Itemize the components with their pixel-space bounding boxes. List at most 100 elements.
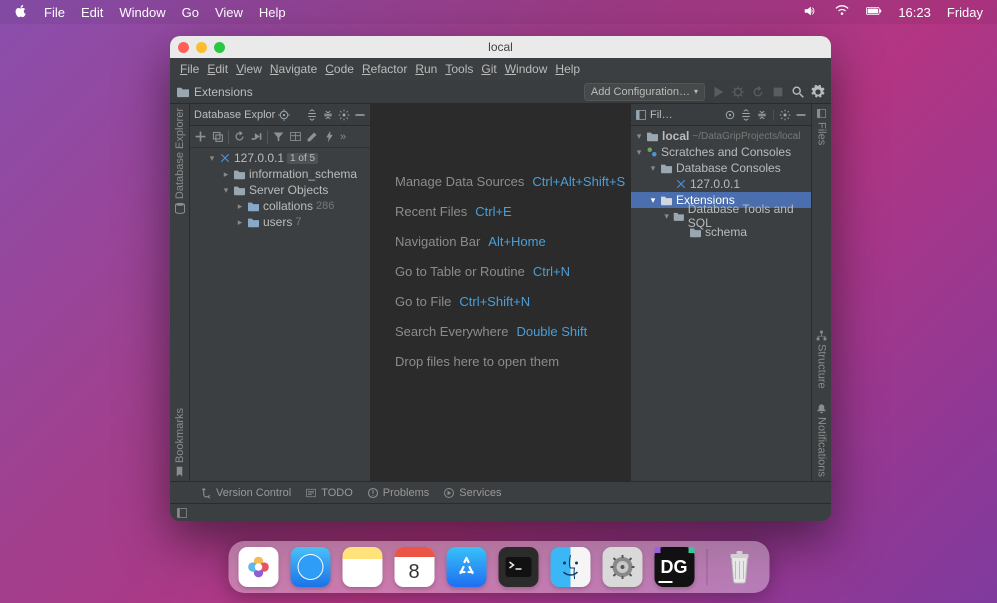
duplicate-icon[interactable] [211,130,224,143]
ide-menu-file[interactable]: File [180,62,199,76]
battery-icon[interactable] [866,4,882,21]
titlebar[interactable]: local [170,36,831,58]
db-tree[interactable]: 127.0.0.1 1 of 5 information_schema Serv… [190,148,370,481]
problems-button[interactable]: Problems [367,487,429,499]
dock-trash[interactable] [719,547,759,587]
panel-title: Database Explor [194,109,275,121]
close-button[interactable] [178,42,189,53]
tree-scratches[interactable]: Scratches and Consoles [631,144,811,160]
zoom-button[interactable] [214,42,225,53]
tree-project-root[interactable]: local ~/DataGripProjects/local [631,128,811,144]
tree-db-consoles[interactable]: Database Consoles [631,160,811,176]
filter-icon[interactable] [272,130,285,143]
notifications-tab[interactable]: Notifications [816,403,828,477]
tree-dbtools[interactable]: Database Tools and SQL [631,208,811,224]
expand-icon[interactable] [306,109,318,121]
mac-menu-help[interactable]: Help [259,5,286,20]
dock-calendar[interactable]: 8 [394,547,434,587]
refresh-icon[interactable] [233,130,246,143]
stop-icon[interactable] [771,85,785,99]
dock-settings[interactable] [602,547,642,587]
todo-button[interactable]: TODO [305,487,353,499]
volume-icon[interactable] [802,4,818,21]
database-explorer-tab[interactable]: Database Explorer [174,108,186,214]
ide-menu-run[interactable]: Run [415,62,437,76]
search-icon[interactable] [791,85,805,99]
table-icon[interactable] [289,130,302,143]
gear-icon[interactable] [779,109,791,121]
minimize-panel-icon[interactable] [795,109,807,121]
ide-menu-code[interactable]: Code [325,62,354,76]
mac-menu-edit[interactable]: Edit [81,5,103,20]
minimize-panel-icon[interactable] [354,109,366,121]
dock-appstore[interactable] [446,547,486,587]
tree-host[interactable]: 127.0.0.1 1 of 5 [190,150,370,166]
dock-photos[interactable] [238,547,278,587]
mac-menu-go[interactable]: Go [182,5,199,20]
files-tree[interactable]: local ~/DataGripProjects/local Scratches… [631,126,811,481]
hint-manage-data-sources: Manage Data SourcesCtrl+Alt+Shift+S [395,174,625,189]
collapse-icon[interactable] [756,109,768,121]
tree-server-objects[interactable]: Server Objects [190,182,370,198]
edit-icon[interactable] [306,130,319,143]
debug-icon[interactable] [731,85,745,99]
wifi-icon[interactable] [834,4,850,21]
locate-icon[interactable] [724,109,736,121]
stop-jump-icon[interactable] [250,130,263,143]
tree-info-schema[interactable]: information_schema [190,166,370,182]
window-title: local [488,40,513,54]
tree-users[interactable]: users 7 [190,214,370,230]
run-icon[interactable] [711,85,725,99]
hint-drop-files: Drop files here to open them [395,354,559,369]
run-config-dropdown[interactable]: Add Configuration… ▾ [584,83,705,101]
dock-notes[interactable] [342,547,382,587]
mac-menu-file[interactable]: File [44,5,65,20]
services-button[interactable]: Services [443,487,501,499]
clock-day: Friday [947,5,983,20]
hint-navigation-bar: Navigation BarAlt+Home [395,234,546,249]
ide-menu-window[interactable]: Window [505,62,548,76]
expand-icon[interactable] [740,109,752,121]
add-icon[interactable] [194,130,207,143]
bookmarks-tab[interactable]: Bookmarks [174,408,186,477]
breadcrumb[interactable]: Extensions [194,85,253,99]
left-gutter: Database Explorer Bookmarks [170,104,190,481]
structure-tab[interactable]: Structure [816,330,828,389]
rerun-icon[interactable] [751,85,765,99]
minimize-button[interactable] [196,42,207,53]
statusbar: Version Control TODO Problems Services [170,481,831,503]
ide-window: local File Edit View Navigate Code Refac… [170,36,831,521]
mac-menu-window[interactable]: Window [119,5,165,20]
lightning-icon[interactable] [323,130,336,143]
version-control-button[interactable]: Version Control [200,487,291,499]
apple-icon[interactable] [14,4,28,21]
dock-safari[interactable] [290,547,330,587]
ide-menu-git[interactable]: Git [481,62,496,76]
ide-menu-edit[interactable]: Edit [207,62,228,76]
ide-menu-view[interactable]: View [236,62,262,76]
mac-menu-view[interactable]: View [215,5,243,20]
panel-title: Fil… [650,109,673,121]
hint-recent-files: Recent FilesCtrl+E [395,204,512,219]
collapse-icon[interactable] [322,109,334,121]
navbar: Extensions Add Configuration… ▾ [170,80,831,104]
tree-console-host[interactable]: 127.0.0.1 [631,176,811,192]
database-explorer-panel: Database Explor [190,104,371,481]
dock-datagrip[interactable]: DG [654,547,694,587]
ide-menu-refactor[interactable]: Refactor [362,62,407,76]
editor-area[interactable]: Manage Data SourcesCtrl+Alt+Shift+S Rece… [371,104,630,481]
dock-terminal[interactable] [498,547,538,587]
hint-search-everywhere: Search EverywhereDouble Shift [395,324,587,339]
ide-menu-help[interactable]: Help [555,62,580,76]
tool-windows-icon[interactable] [176,507,188,519]
dock-finder[interactable] [550,547,590,587]
files-panel: Fil… | local ~/DataGripProjects/local [630,104,811,481]
ide-menu-navigate[interactable]: Navigate [270,62,317,76]
ide-menu-tools[interactable]: Tools [445,62,473,76]
tree-collations[interactable]: collations 286 [190,198,370,214]
settings-icon[interactable] [811,85,825,99]
target-icon[interactable] [278,109,290,121]
files-tab[interactable]: Files [816,108,828,145]
project-icon [635,109,647,121]
gear-icon[interactable] [338,109,350,121]
